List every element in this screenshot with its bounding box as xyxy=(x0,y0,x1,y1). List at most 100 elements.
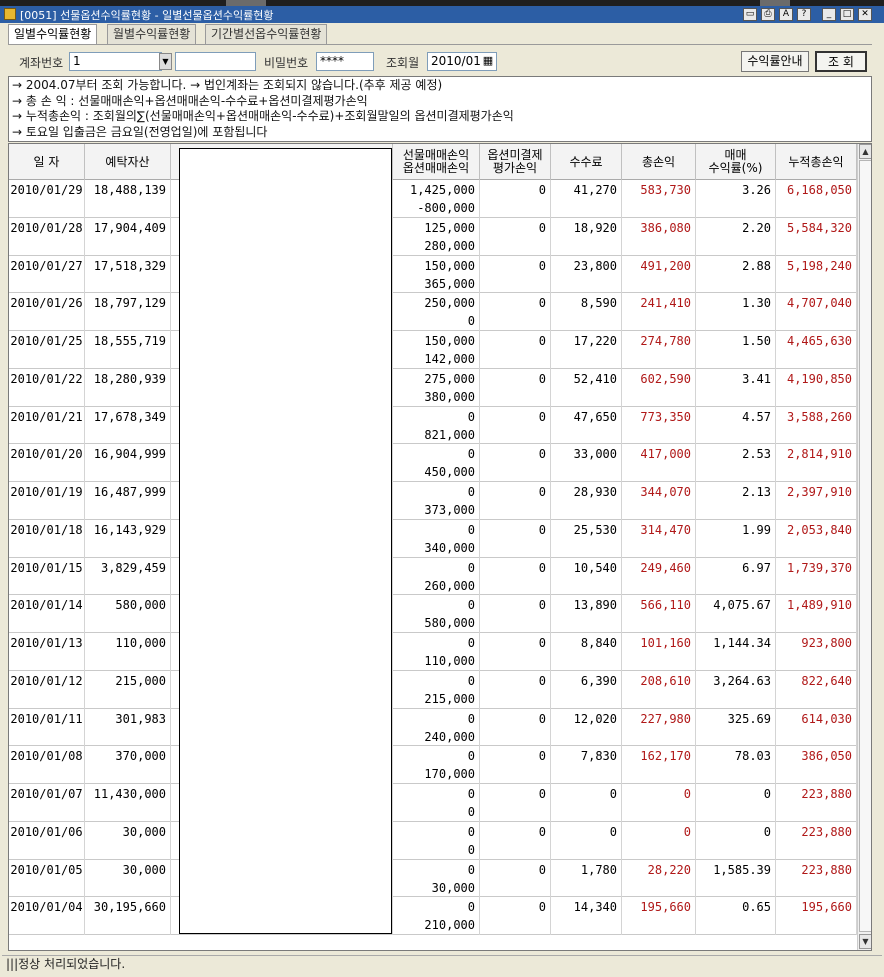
cell-deposit: 30,000 xyxy=(85,821,171,860)
cell-deposit: 215,000 xyxy=(85,670,171,709)
minimize-icon[interactable]: _ xyxy=(822,8,836,21)
tab-period[interactable]: 기간별선옵수익률현황 xyxy=(205,24,328,44)
tab-daily[interactable]: 일별수익률현황 xyxy=(8,24,98,45)
account-sub-field[interactable] xyxy=(175,52,256,71)
cell-futures-pnl: 150,000 xyxy=(424,258,475,273)
cell-rate: 0 xyxy=(696,784,776,822)
cell-futures-options-pnl: 150,000 142,000 xyxy=(393,331,480,369)
cell-unsettled: 0 xyxy=(480,821,551,860)
cell-cumulative: 223,880 xyxy=(776,784,857,822)
print-icon[interactable]: ⎙ xyxy=(761,8,775,21)
scroll-down-icon[interactable]: ▼ xyxy=(859,934,871,949)
query-button[interactable]: 조 회 xyxy=(815,51,867,72)
cell-cumulative: 1,489,910 xyxy=(776,595,857,633)
cell-cumulative: 614,030 xyxy=(776,708,857,747)
lock-icon[interactable]: ▭ xyxy=(743,8,757,21)
cell-fee: 1,780 xyxy=(551,859,622,898)
table-row[interactable]: 2010/01/20 16,904,999 0 450,000 0 33,000 417,0… xyxy=(9,444,857,482)
password-field[interactable]: **** xyxy=(316,52,374,71)
cell-deposit: 17,518,329 xyxy=(85,255,171,294)
header-unsettled[interactable]: 옵션미결제 평가손익 xyxy=(480,144,551,180)
header-futures-options-pnl[interactable]: 선물매매손익 옵션매매손익 xyxy=(393,144,480,180)
guide-button[interactable]: 수익률안내 xyxy=(741,51,809,72)
table-row[interactable]: 2010/01/25 18,555,719 150,000 142,000 0 17,22… xyxy=(9,331,857,369)
cell-cumulative: 195,660 xyxy=(776,897,857,935)
cell-date: 2010/01/21 xyxy=(9,406,85,445)
vertical-scrollbar[interactable]: ▲ ▼ xyxy=(857,144,871,950)
table-row[interactable]: 2010/01/28 17,904,409 125,000 280,000 0 18,92… xyxy=(9,217,857,256)
header-total[interactable]: 총손익 xyxy=(622,144,696,180)
table-row[interactable]: 2010/01/27 17,518,329 150,000 365,000 0 23,80… xyxy=(9,255,857,294)
cell-futures-pnl: 0 xyxy=(467,598,475,613)
cell-date: 2010/01/27 xyxy=(9,255,85,294)
table-row[interactable]: 2010/01/14 580,000 0 580,000 0 13,890 566,110 4… xyxy=(9,595,857,633)
cell-fee: 6,390 xyxy=(551,670,622,709)
notice-panel: → 2004.07부터 조회 가능합니다. → 법인계좌는 조회되지 않습니다.… xyxy=(8,76,872,142)
cell-unsettled: 0 xyxy=(480,633,551,671)
cell-futures-options-pnl: 0 110,000 xyxy=(393,633,480,671)
scroll-thumb[interactable] xyxy=(859,160,871,932)
header-rate-line2: 수익률(%) xyxy=(708,161,763,175)
cell-deposit: 17,678,349 xyxy=(85,406,171,445)
cell-date: 2010/01/20 xyxy=(9,444,85,482)
cell-deposit: 16,904,999 xyxy=(85,444,171,482)
cell-cumulative: 3,588,260 xyxy=(776,406,857,445)
table-row[interactable]: 2010/01/26 18,797,129 250,000 0 0 8,590 241,41… xyxy=(9,293,857,331)
redacted-area xyxy=(179,148,392,934)
cell-total: 386,080 xyxy=(622,217,696,256)
header-cumulative[interactable]: 누적총손익 xyxy=(776,144,857,180)
chevron-down-icon[interactable]: ▼ xyxy=(159,53,172,70)
table-row[interactable]: 2010/01/04 30,195,660 0 210,000 0 14,340 195,6… xyxy=(9,897,857,935)
cell-date: 2010/01/04 xyxy=(9,897,85,935)
cell-rate: 2.13 xyxy=(696,482,776,520)
cell-date: 2010/01/13 xyxy=(9,633,85,671)
cell-fee: 7,830 xyxy=(551,746,622,784)
cell-rate: 1,144.34 xyxy=(696,633,776,671)
cell-futures-pnl: 0 xyxy=(467,447,475,462)
calendar-icon[interactable]: ▦ xyxy=(481,53,495,70)
header-fee[interactable]: 수수료 xyxy=(551,144,622,180)
maximize-icon[interactable]: □ xyxy=(840,8,854,21)
table-row[interactable]: 2010/01/13 110,000 0 110,000 0 8,840 101,160 1,… xyxy=(9,633,857,671)
account-select[interactable]: 1 xyxy=(69,52,162,71)
daily-return-table[interactable]: 일 자 예탁자산 선물매매손익 옵션매매손익 옵션미결제 평가손익 수수료 총손… xyxy=(8,143,872,951)
cell-total: 0 xyxy=(622,821,696,860)
table-row[interactable]: 2010/01/19 16,487,999 0 373,000 0 28,930 344,0… xyxy=(9,482,857,520)
close-icon[interactable]: ✕ xyxy=(858,8,872,21)
table-row[interactable]: 2010/01/06 30,000 0 0 0 0 0 0 223,880 xyxy=(9,821,857,860)
tab-monthly[interactable]: 월별수익률현황 xyxy=(107,24,197,44)
cell-total: 162,170 xyxy=(622,746,696,784)
cell-rate: 3.41 xyxy=(696,368,776,407)
cell-unsettled: 0 xyxy=(480,708,551,747)
cell-date: 2010/01/25 xyxy=(9,331,85,369)
cell-cumulative: 4,190,850 xyxy=(776,368,857,407)
table-row[interactable]: 2010/01/22 18,280,939 275,000 380,000 0 52,41… xyxy=(9,368,857,407)
cell-date: 2010/01/08 xyxy=(9,746,85,784)
table-row[interactable]: 2010/01/18 16,143,929 0 340,000 0 25,530 314,4… xyxy=(9,519,857,558)
excel-icon[interactable]: A xyxy=(779,8,793,21)
cell-deposit: 3,829,459 xyxy=(85,557,171,596)
table-row[interactable]: 2010/01/11 301,983 0 240,000 0 12,020 227,980 3… xyxy=(9,708,857,747)
table-row[interactable]: 2010/01/15 3,829,459 0 260,000 0 10,540 249,46… xyxy=(9,557,857,596)
header-date[interactable]: 일 자 xyxy=(9,144,85,180)
help-icon[interactable]: ? xyxy=(797,8,811,21)
header-deposit[interactable]: 예탁자산 xyxy=(85,144,171,180)
table-row[interactable]: 2010/01/07 11,430,000 0 0 0 0 0 0 223,880 xyxy=(9,784,857,822)
cell-futures-options-pnl: 150,000 365,000 xyxy=(393,255,480,294)
cell-options-pnl: 580,000 xyxy=(424,616,475,631)
cell-futures-options-pnl: 0 821,000 xyxy=(393,406,480,445)
cell-total: 208,610 xyxy=(622,670,696,709)
table-row[interactable]: 2010/01/21 17,678,349 0 821,000 0 47,650 773,3… xyxy=(9,406,857,445)
table-row[interactable]: 2010/01/29 18,488,139 1,425,000 -800,000 0 41… xyxy=(9,180,857,218)
header-rate[interactable]: 매매 수익률(%) xyxy=(696,144,776,180)
cell-rate: 0.65 xyxy=(696,897,776,935)
table-row[interactable]: 2010/01/05 30,000 0 30,000 0 1,780 28,220 1,585… xyxy=(9,859,857,898)
scroll-up-icon[interactable]: ▲ xyxy=(859,144,871,159)
cell-futures-options-pnl: 0 340,000 xyxy=(393,519,480,558)
cell-options-pnl: -800,000 xyxy=(417,201,475,215)
cell-rate: 4.57 xyxy=(696,406,776,445)
cell-fee: 14,340 xyxy=(551,897,622,935)
table-row[interactable]: 2010/01/12 215,000 0 215,000 0 6,390 208,610 3,… xyxy=(9,670,857,709)
table-row[interactable]: 2010/01/08 370,000 0 170,000 0 7,830 162,170 78… xyxy=(9,746,857,784)
cell-options-pnl: 260,000 xyxy=(424,578,475,593)
